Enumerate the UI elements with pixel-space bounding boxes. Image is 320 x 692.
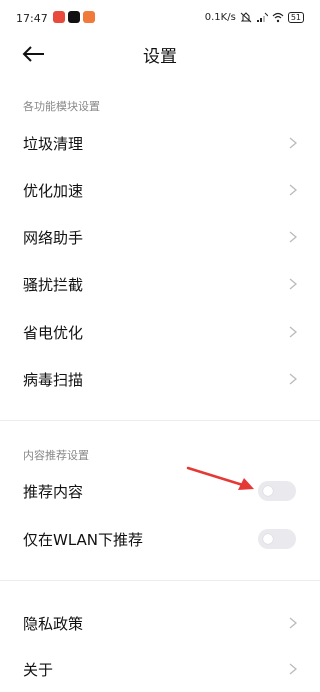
row-label: 仅在WLAN下推荐: [23, 531, 144, 549]
toggle-knob: [263, 534, 273, 544]
signal-off-icon: [256, 12, 268, 22]
status-time: 17:47: [16, 12, 48, 25]
network-speed: 0.1K/s: [204, 12, 236, 23]
row-about[interactable]: 关于: [0, 646, 320, 692]
app-notification-icon: [83, 11, 95, 23]
tiktok-notification-icon: [68, 11, 80, 23]
row-label: 关于: [23, 661, 54, 679]
chevron-right-icon: [289, 278, 297, 290]
annotation-arrow-icon: [186, 466, 254, 490]
section-divider: [0, 580, 320, 581]
row-label: 优化加速: [23, 182, 84, 200]
header: 设置: [0, 36, 320, 72]
row-label: 垃圾清理: [23, 135, 84, 153]
chevron-right-icon: [289, 184, 297, 196]
wifi-icon: [272, 12, 284, 23]
row-wlan-only-recommend: 仅在WLAN下推荐: [0, 516, 320, 562]
row-label: 骚扰拦截: [23, 276, 84, 294]
chevron-right-icon: [289, 231, 297, 243]
row-label: 隐私政策: [23, 615, 84, 633]
section-title-modules: 各功能模块设置: [23, 100, 100, 113]
row-optimize-speed[interactable]: 优化加速: [0, 167, 320, 213]
row-label: 推荐内容: [23, 483, 84, 501]
row-junk-cleanup[interactable]: 垃圾清理: [0, 120, 320, 166]
battery-indicator: 51: [287, 12, 304, 23]
row-recommend-content: 推荐内容: [0, 468, 320, 514]
section-title-recommend: 内容推荐设置: [23, 449, 89, 462]
chevron-right-icon: [289, 373, 297, 385]
alarm-off-icon: [240, 12, 252, 23]
page-title: 设置: [143, 47, 177, 67]
wlan-only-toggle[interactable]: [258, 529, 296, 549]
chevron-right-icon: [289, 137, 297, 149]
toggle-knob: [263, 486, 273, 496]
chevron-right-icon: [289, 663, 297, 675]
recommend-content-toggle[interactable]: [258, 481, 296, 501]
row-power-saving[interactable]: 省电优化: [0, 309, 320, 355]
row-virus-scan[interactable]: 病毒扫描: [0, 356, 320, 402]
chevron-right-icon: [289, 617, 297, 629]
status-bar: 17:47 0.1K/s 51: [0, 0, 320, 36]
notification-icons: [53, 11, 95, 23]
chevron-right-icon: [289, 326, 297, 338]
row-label: 省电优化: [23, 324, 84, 342]
row-network-assistant[interactable]: 网络助手: [0, 214, 320, 260]
row-harassment-block[interactable]: 骚扰拦截: [0, 261, 320, 307]
row-label: 病毒扫描: [23, 371, 84, 389]
weibo-notification-icon: [53, 11, 65, 23]
status-right: 0.1K/s 51: [205, 12, 304, 23]
row-privacy-policy[interactable]: 隐私政策: [0, 600, 320, 646]
row-label: 网络助手: [23, 229, 84, 247]
section-divider: [0, 420, 320, 421]
